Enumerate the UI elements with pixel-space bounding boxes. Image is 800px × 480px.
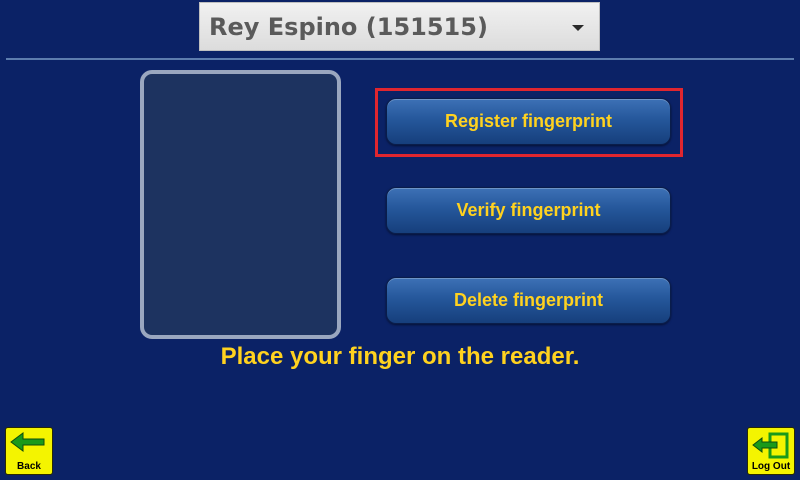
fingerprint-image-panel <box>140 70 341 339</box>
register-fingerprint-button[interactable]: Register fingerprint <box>386 98 671 145</box>
back-button[interactable]: Back <box>5 427 53 475</box>
header-divider <box>6 58 794 60</box>
left-arrow-icon <box>10 432 45 452</box>
register-fingerprint-label: Register fingerprint <box>444 111 613 131</box>
caret-down-icon <box>572 25 584 31</box>
delete-fingerprint-button[interactable]: Delete fingerprint <box>386 277 671 324</box>
exit-door-icon <box>752 432 789 459</box>
user-select-dropdown[interactable]: Rey Espino (151515) <box>199 2 600 51</box>
logout-button[interactable]: Log Out <box>747 427 795 475</box>
delete-fingerprint-label: Delete fingerprint <box>453 290 604 310</box>
instruction-text: Place your finger on the reader. <box>220 343 580 370</box>
logout-label: Log Out <box>751 461 791 472</box>
verify-fingerprint-label: Verify fingerprint <box>456 200 601 220</box>
verify-fingerprint-button[interactable]: Verify fingerprint <box>386 187 671 234</box>
selected-user-label: Rey Espino (151515) <box>209 12 488 41</box>
back-label: Back <box>17 461 41 472</box>
